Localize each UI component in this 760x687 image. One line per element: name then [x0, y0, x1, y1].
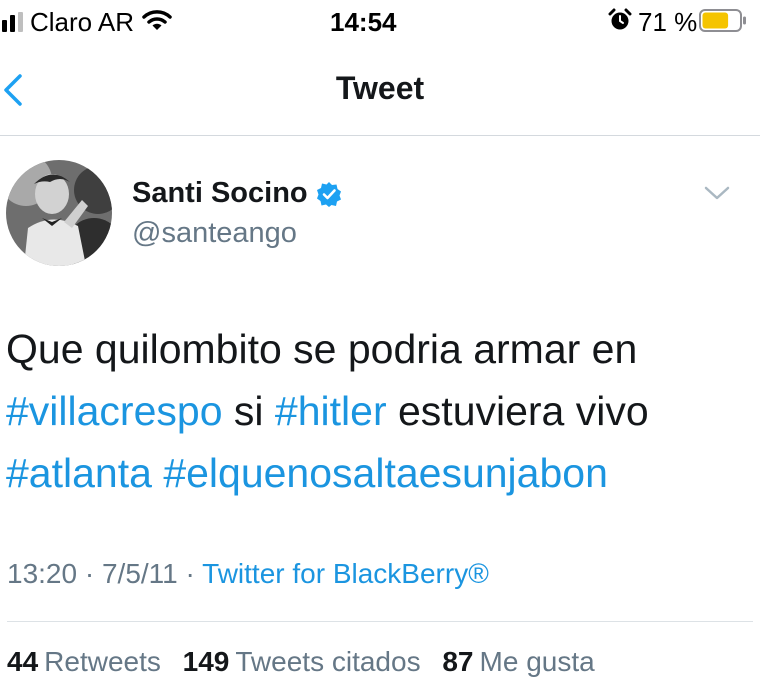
nav-bar: Tweet	[0, 46, 760, 136]
tweet-text: Que quilombito se podria armar en #villa…	[6, 318, 754, 504]
alarm-icon	[608, 8, 632, 30]
tweet-time: 13:20	[7, 558, 78, 589]
retweets-label: Retweets	[44, 646, 161, 677]
carrier-name: Claro AR	[30, 7, 135, 37]
retweets-stat[interactable]: 44 Retweets	[7, 646, 161, 677]
status-bar: Claro AR 14:54 71 %	[0, 0, 760, 46]
tweet-line-2: #villacrespo si #hitler estuviera vivo	[6, 380, 754, 442]
battery-icon	[699, 9, 746, 32]
status-time: 14:54	[330, 7, 397, 37]
tweet-source-link[interactable]: Twitter for BlackBerry®	[202, 558, 489, 589]
quotes-label: Tweets citados	[235, 646, 421, 677]
author-name-row[interactable]: Santi Socino	[132, 177, 342, 210]
hashtag-link[interactable]: #atlanta	[6, 450, 152, 496]
likes-count: 87	[442, 646, 474, 677]
author-handle[interactable]: @santeango	[132, 217, 297, 250]
tweet-stats: 44 Retweets 149 Tweets citados 87 Me gusta	[7, 646, 609, 678]
tweet-text-segment: Que quilombito se podria armar en	[6, 326, 638, 372]
tweet-text-segment: si	[233, 388, 264, 434]
hashtag-link[interactable]: #villacrespo	[6, 388, 223, 434]
retweets-count: 44	[7, 646, 39, 677]
tweet-text-segment: estuviera vivo	[398, 388, 649, 434]
wifi-icon	[142, 10, 172, 30]
hashtag-link[interactable]: #elquenosaltaesunjabon	[163, 450, 608, 496]
separator-dot: ·	[185, 558, 195, 589]
battery-percent: 71 %	[638, 7, 698, 37]
divider	[7, 621, 753, 622]
likes-stat[interactable]: 87 Me gusta	[442, 646, 594, 677]
tweet-date: 7/5/11	[101, 558, 178, 589]
separator-dot: ·	[84, 558, 95, 589]
hashtag-link[interactable]: #hitler	[275, 388, 387, 434]
likes-label: Me gusta	[479, 646, 595, 677]
quotes-count: 149	[182, 646, 230, 677]
avatar[interactable]	[6, 160, 112, 266]
signal-icon	[2, 12, 23, 32]
tweet-line-3: #atlanta #elquenosaltaesunjabon	[6, 442, 754, 504]
chevron-down-icon[interactable]	[704, 184, 730, 202]
quote-tweets-stat[interactable]: 149 Tweets citados	[183, 646, 421, 677]
verified-badge-icon	[316, 181, 341, 207]
page-title: Tweet	[335, 70, 425, 106]
tweet-meta: 13:20 · 7/5/11 · Twitter for BlackBerry®	[7, 558, 489, 590]
tweet-line-1: Que quilombito se podria armar en	[6, 318, 754, 380]
author-name[interactable]: Santi Socino	[132, 177, 308, 210]
